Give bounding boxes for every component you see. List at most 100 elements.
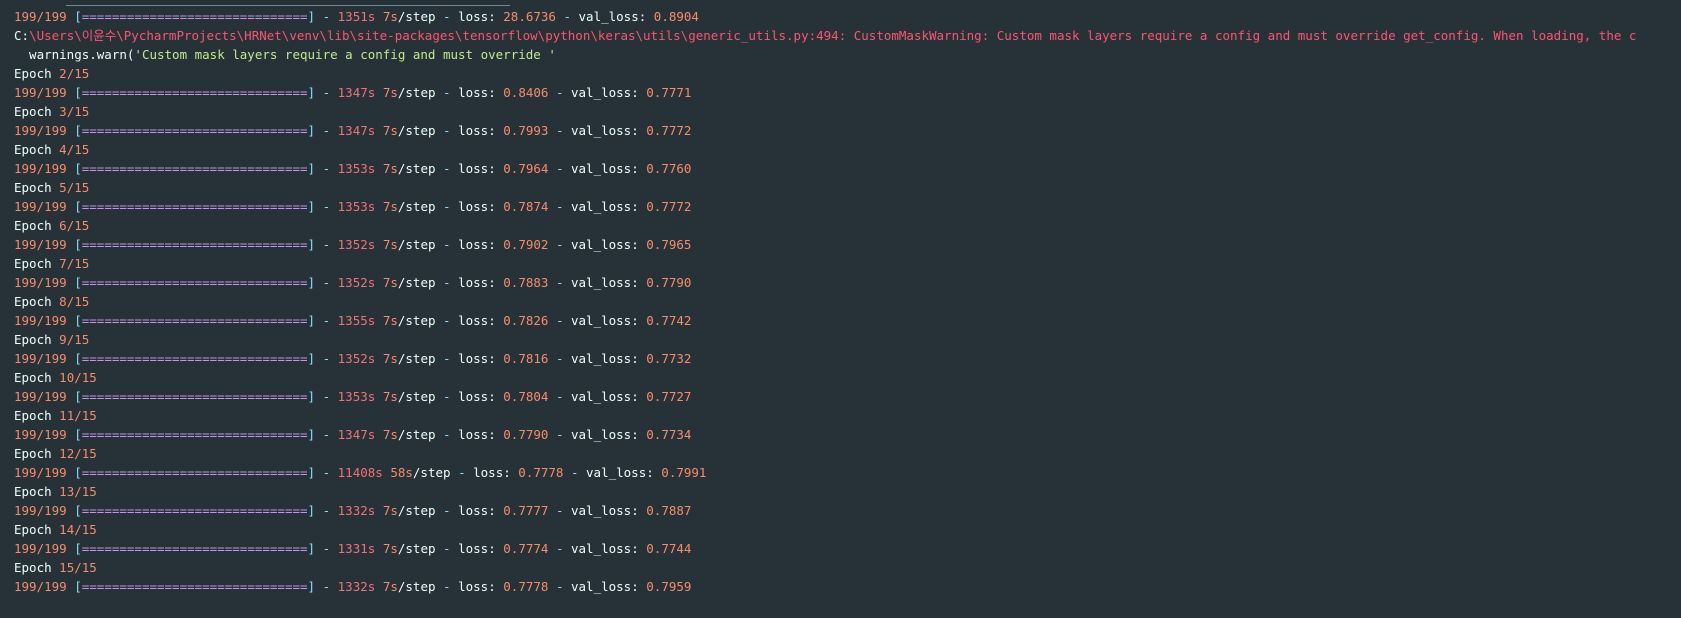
separator: - bbox=[548, 161, 571, 176]
progress-bar: ============================== bbox=[81, 579, 308, 594]
progress-bar: ============================== bbox=[81, 275, 308, 290]
progress-line: 199/199 [==============================]… bbox=[14, 83, 1681, 102]
separator: - bbox=[315, 541, 338, 556]
progress-line: 199/199 [==============================]… bbox=[14, 539, 1681, 558]
val-loss-value: 0.7991 bbox=[661, 465, 707, 480]
bracket-open: [ bbox=[74, 465, 82, 480]
separator: - bbox=[315, 389, 338, 404]
progress-bar: ============================== bbox=[81, 161, 308, 176]
scroll-indicator bbox=[66, 5, 510, 6]
separator: - bbox=[435, 275, 459, 290]
elapsed-time: 1352s bbox=[337, 237, 376, 252]
warning-call-line: warnings.warn('Custom mask layers requir… bbox=[14, 45, 1681, 64]
loss-label: loss: bbox=[458, 389, 496, 404]
elapsed-time: 1353s bbox=[337, 199, 376, 214]
epoch-header: Epoch 12/15 bbox=[14, 444, 1681, 463]
val-loss-value: 0.7760 bbox=[646, 161, 692, 176]
loss-label: loss: bbox=[458, 579, 496, 594]
epoch-number: 6/15 bbox=[59, 218, 90, 233]
epoch-header: Epoch 13/15 bbox=[14, 482, 1681, 501]
val-loss-value: 0.7772 bbox=[646, 123, 692, 138]
separator: - bbox=[435, 541, 459, 556]
epoch-header: Epoch 6/15 bbox=[14, 216, 1681, 235]
elapsed-time: 1331s bbox=[337, 541, 376, 556]
separator: - bbox=[548, 237, 571, 252]
loss-label: loss: bbox=[458, 237, 496, 252]
progress-line: 199/199 [==============================]… bbox=[14, 387, 1681, 406]
separator: - bbox=[315, 503, 338, 518]
epoch-label: Epoch bbox=[14, 522, 52, 537]
step-counter: 199/199 bbox=[14, 123, 67, 138]
elapsed-time: 1332s bbox=[337, 503, 376, 518]
epoch-number: 7/15 bbox=[59, 256, 90, 271]
progress-line: 199/199 [==============================]… bbox=[14, 235, 1681, 254]
bracket-open: [ bbox=[74, 351, 82, 366]
progress-line: 199/199 [==============================]… bbox=[14, 159, 1681, 178]
epoch-label: Epoch bbox=[14, 256, 52, 271]
step-rate: 7s bbox=[382, 123, 398, 138]
step-unit: /step bbox=[397, 579, 436, 594]
loss-value: 0.7774 bbox=[503, 541, 549, 556]
bracket-close: ] bbox=[307, 237, 316, 252]
separator: - bbox=[435, 503, 459, 518]
warning-drive: C: bbox=[14, 28, 30, 43]
step-rate: 7s bbox=[382, 389, 398, 404]
epoch-header: Epoch 5/15 bbox=[14, 178, 1681, 197]
bracket-open: [ bbox=[74, 161, 82, 176]
loss-label: loss: bbox=[458, 9, 496, 24]
step-rate: 7s bbox=[382, 161, 398, 176]
separator: - bbox=[315, 275, 338, 290]
val-loss-label: val_loss: bbox=[571, 351, 639, 366]
step-rate: 7s bbox=[382, 427, 398, 442]
progress-line: 199/199 [==============================]… bbox=[14, 311, 1681, 330]
separator: - bbox=[548, 85, 571, 100]
step-counter: 199/199 bbox=[14, 351, 67, 366]
elapsed-time: 1352s bbox=[337, 275, 376, 290]
epoch-label: Epoch bbox=[14, 560, 52, 575]
progress-line: 199/199 [==============================]… bbox=[14, 349, 1681, 368]
epoch-header: Epoch 11/15 bbox=[14, 406, 1681, 425]
step-rate: 58s bbox=[390, 465, 413, 480]
loss-value: 0.8406 bbox=[503, 85, 549, 100]
warning-string: 'Custom mask layers require a config and… bbox=[134, 47, 556, 62]
progress-bar: ============================== bbox=[81, 427, 308, 442]
epoch-label: Epoch bbox=[14, 104, 52, 119]
progress-bar: ============================== bbox=[81, 237, 308, 252]
step-rate: 7s bbox=[382, 85, 398, 100]
progress-bar: ============================== bbox=[81, 199, 308, 214]
epoch-number: 13/15 bbox=[59, 484, 97, 499]
progress-bar: ============================== bbox=[81, 313, 308, 328]
step-unit: /step bbox=[397, 389, 436, 404]
elapsed-time: 1353s bbox=[337, 389, 376, 404]
step-unit: /step bbox=[397, 9, 436, 24]
step-unit: /step bbox=[397, 161, 436, 176]
bracket-close: ] bbox=[307, 427, 316, 442]
separator: - bbox=[435, 85, 459, 100]
epoch-number: 12/15 bbox=[59, 446, 97, 461]
val-loss-label: val_loss: bbox=[571, 123, 639, 138]
bracket-close: ] bbox=[307, 465, 316, 480]
bracket-open: [ bbox=[74, 313, 82, 328]
progress-bar: ============================== bbox=[81, 389, 308, 404]
epoch-label: Epoch bbox=[14, 142, 52, 157]
bracket-open: [ bbox=[74, 9, 82, 24]
separator: - bbox=[435, 351, 459, 366]
bracket-open: [ bbox=[74, 85, 82, 100]
val-loss-label: val_loss: bbox=[571, 237, 639, 252]
separator: - bbox=[435, 123, 459, 138]
val-loss-label: val_loss: bbox=[571, 579, 639, 594]
step-counter: 199/199 bbox=[14, 541, 67, 556]
val-loss-label: val_loss: bbox=[571, 389, 639, 404]
step-unit: /step bbox=[397, 541, 436, 556]
step-counter: 199/199 bbox=[14, 9, 67, 24]
separator: - bbox=[315, 351, 338, 366]
elapsed-time: 11408s bbox=[337, 465, 383, 480]
bracket-close: ] bbox=[307, 123, 316, 138]
terminal-output[interactable]: 199/199 [==============================]… bbox=[0, 0, 1681, 618]
separator: - bbox=[315, 123, 338, 138]
bracket-close: ] bbox=[307, 313, 316, 328]
separator: - bbox=[435, 9, 459, 24]
step-unit: /step bbox=[397, 313, 436, 328]
val-loss-label: val_loss: bbox=[571, 275, 639, 290]
epoch-label: Epoch bbox=[14, 446, 52, 461]
